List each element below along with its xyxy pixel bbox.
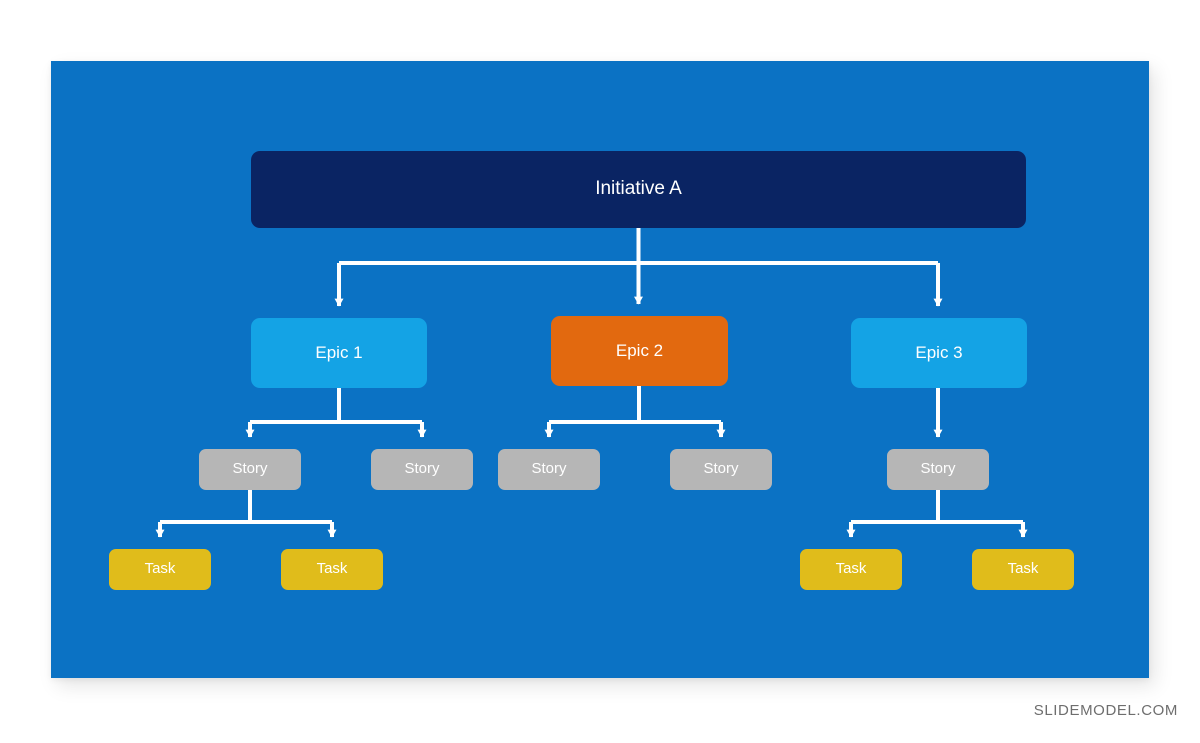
node-epic-2[interactable]: Epic 2 <box>551 316 728 386</box>
node-task-3-label: Task <box>835 560 867 578</box>
node-task-2[interactable]: Task <box>281 549 383 590</box>
node-epic-2-label: Epic 2 <box>615 340 664 360</box>
node-epic-1-label: Epic 1 <box>315 342 363 362</box>
node-task-4[interactable]: Task <box>972 549 1074 590</box>
node-story-1[interactable]: Story <box>199 449 301 490</box>
node-task-4-label: Task <box>1007 560 1039 578</box>
node-story-2-label: Story <box>404 460 440 478</box>
node-story-3-label: Story <box>531 460 567 478</box>
node-task-2-label: Task <box>316 560 348 578</box>
node-story-5[interactable]: Story <box>887 449 989 490</box>
watermark: SLIDEMODEL.COM <box>1033 702 1178 719</box>
node-initiative-a[interactable]: Initiative A <box>251 151 1026 228</box>
node-story-5-label: Story <box>920 460 956 478</box>
slide-canvas: Initiative A Epic 1 Epic 2 Epic 3 Story … <box>0 0 1200 743</box>
node-task-3[interactable]: Task <box>800 549 902 590</box>
node-epic-3-label: Epic 3 <box>915 342 963 362</box>
node-story-3[interactable]: Story <box>498 449 600 490</box>
node-task-1-label: Task <box>144 560 176 578</box>
node-epic-3[interactable]: Epic 3 <box>851 318 1027 388</box>
node-story-1-label: Story <box>232 460 268 478</box>
node-story-4[interactable]: Story <box>670 449 772 490</box>
node-story-4-label: Story <box>703 460 739 478</box>
node-initiative-a-label: Initiative A <box>595 178 682 200</box>
node-task-1[interactable]: Task <box>109 549 211 590</box>
node-story-2[interactable]: Story <box>371 449 473 490</box>
node-epic-1[interactable]: Epic 1 <box>251 318 427 388</box>
